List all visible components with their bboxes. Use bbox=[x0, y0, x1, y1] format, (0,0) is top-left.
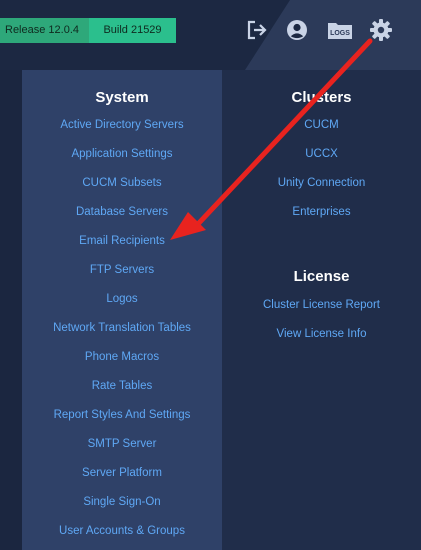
clusters-title: Clusters bbox=[291, 89, 352, 106]
menu-link-view-license-info[interactable]: View License Info bbox=[222, 328, 421, 340]
top-header: Release 12.0.4 Build 21529 LOGS bbox=[0, 0, 421, 70]
system-menu-column: System Active Directory Servers Applicat… bbox=[22, 70, 222, 550]
logs-folder-icon[interactable]: LOGS bbox=[326, 17, 354, 43]
settings-gear-icon[interactable] bbox=[368, 17, 394, 43]
logout-icon[interactable] bbox=[244, 17, 270, 43]
left-menu-column: n bbox=[0, 70, 22, 550]
license-title: License bbox=[293, 268, 350, 285]
menu-link-smtp-server[interactable]: SMTP Server bbox=[22, 438, 222, 450]
menu-link-report-styles-and-settings[interactable]: Report Styles And Settings bbox=[22, 409, 222, 421]
menu-link-user-accounts-and-groups[interactable]: User Accounts & Groups bbox=[22, 525, 222, 537]
menu-link-email-recipients[interactable]: Email Recipients bbox=[22, 235, 222, 247]
clusters-license-column: Clusters CUCM UCCX Unity Connection Ente… bbox=[222, 70, 421, 550]
menu-link-cluster-license-report[interactable]: Cluster License Report bbox=[222, 299, 421, 311]
menu-link-uccx[interactable]: UCCX bbox=[222, 148, 421, 160]
menu-link-phone-macros[interactable]: Phone Macros bbox=[22, 351, 222, 363]
menu-link-active-directory-servers[interactable]: Active Directory Servers bbox=[22, 119, 222, 131]
menu-link-application-settings[interactable]: Application Settings bbox=[22, 148, 222, 160]
menu-link-cucm-subsets[interactable]: CUCM Subsets bbox=[22, 177, 222, 189]
menu-link-single-sign-on[interactable]: Single Sign-On bbox=[22, 496, 222, 508]
menu-link-logos[interactable]: Logos bbox=[22, 293, 222, 305]
menu-link-rate-tables[interactable]: Rate Tables bbox=[22, 380, 222, 392]
menu-link-server-platform[interactable]: Server Platform bbox=[22, 467, 222, 479]
menu-link-enterprises[interactable]: Enterprises bbox=[222, 206, 421, 218]
system-title: System bbox=[95, 89, 149, 106]
menu-link-unity-connection[interactable]: Unity Connection bbox=[222, 177, 421, 189]
release-badge: Release 12.0.4 bbox=[0, 18, 89, 43]
menu-link-database-servers[interactable]: Database Servers bbox=[22, 206, 222, 218]
account-icon[interactable] bbox=[284, 17, 310, 43]
menu-link-cucm[interactable]: CUCM bbox=[222, 119, 421, 131]
build-badge: Build 21529 bbox=[89, 18, 176, 43]
logs-icon-text: LOGS bbox=[330, 30, 350, 37]
version-badges: Release 12.0.4 Build 21529 bbox=[0, 18, 176, 43]
menu-link-ftp-servers[interactable]: FTP Servers bbox=[22, 264, 222, 276]
menu-link-network-translation-tables[interactable]: Network Translation Tables bbox=[22, 322, 222, 334]
